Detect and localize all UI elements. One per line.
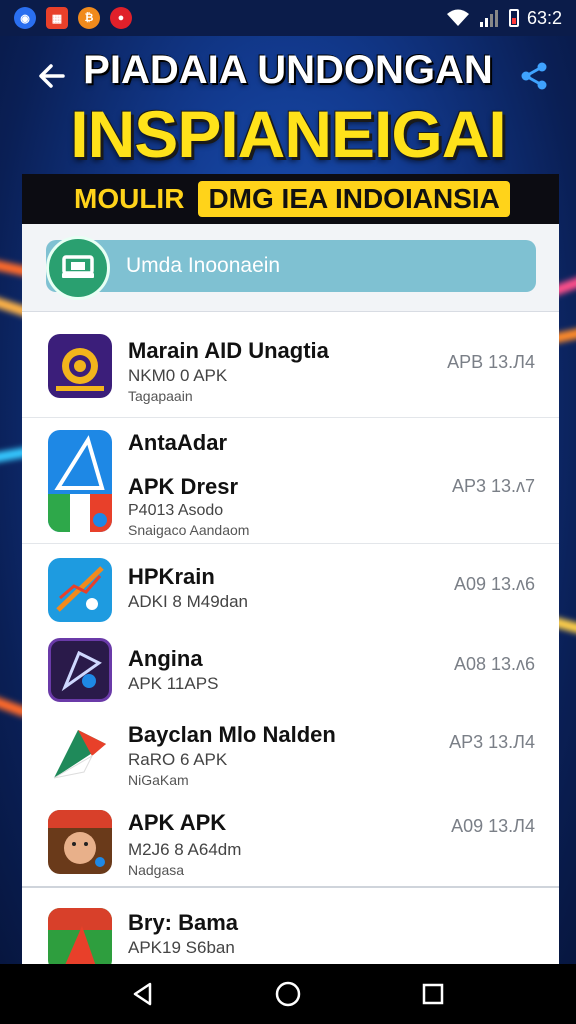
app-detail: P4013 Asodo [128, 502, 224, 519]
app-subtitle: RaRO 6 APK [128, 750, 228, 769]
list-item[interactable]: Bry: Bama APK19 S6ban [22, 888, 559, 964]
status-time: 63:2 [526, 7, 562, 28]
app-subtitle: APK Dresr [128, 474, 239, 499]
app-version: AP3 13.Л4 [449, 732, 535, 752]
header-title-line1: PIADAIA UNDONGAN [83, 48, 493, 92]
app-name: APK APK [128, 810, 227, 835]
subtitle-text-b: DMG IEA INDOIANSIA [198, 181, 510, 217]
wifi-icon [446, 9, 469, 26]
status-bar: ◉ ▦ ₿ ● 63:2 [0, 0, 576, 36]
triangle-app-icon [48, 430, 112, 532]
flag-app-icon [48, 722, 112, 786]
app-category: Nadgasa [128, 862, 185, 878]
chart-app-icon [48, 558, 112, 622]
record-icon: ● [110, 7, 132, 29]
app-name: Bry: Bama [128, 910, 239, 935]
list-item[interactable]: HPKrain ADKI 8 M49dan A09 13.ʌ6 [22, 544, 559, 632]
app-name: HPKrain [128, 564, 215, 589]
app-category: Snaigaco Aandaom [128, 522, 250, 538]
app-subtitle: M2J6 8 A64dm [128, 840, 242, 859]
app-subtitle: NKM0 0 APK [128, 366, 228, 385]
bitcoin-icon: ₿ [78, 7, 100, 29]
app-name: Marain AID Unagtia [128, 338, 329, 363]
app-name: AntaAdar [128, 430, 228, 455]
app-version: A09 13.Л4 [451, 816, 535, 836]
search-input[interactable] [46, 240, 536, 292]
app-name: Angina [128, 646, 203, 671]
app-list-panel: Umda Inoonaein Marain AID Unagtia NKM0 0… [22, 224, 559, 964]
list-item[interactable]: APK APK M2J6 8 A64dm Nadgasa A09 13.Л4 [22, 798, 559, 888]
home-nav-icon[interactable] [268, 974, 308, 1014]
app-subtitle: APK 11APS [128, 674, 219, 693]
search-placeholder: Umda Inoonaein [126, 254, 281, 277]
app-version: A08 13.ʌ6 [453, 654, 535, 674]
recents-nav-icon[interactable] [413, 974, 453, 1014]
game-app-icon [48, 908, 112, 964]
battery-icon [508, 9, 519, 27]
list-item[interactable]: AntaAdar APK Dresr P4013 Asodo Snaigaco … [22, 418, 559, 544]
share-icon[interactable] [514, 56, 554, 96]
app-version: A09 13.ʌ6 [453, 574, 535, 594]
list-item[interactable]: Bayclan Mlo Nalden RaRO 6 APK NiGaKam AP… [22, 712, 559, 798]
subtitle-text-a: MOULIR [74, 183, 185, 214]
app-list: Marain AID Unagtia NKM0 0 APK Tagapaain … [22, 314, 559, 888]
signal-icon [479, 10, 498, 27]
app-category: Tagapaain [128, 388, 193, 404]
search-bar: Umda Inoonaein [22, 224, 559, 312]
app-name: Bayclan Mlo Nalden [128, 722, 336, 747]
app-version: APB 13.Л4 [447, 352, 535, 372]
messenger-icon: ◉ [14, 7, 36, 29]
character-app-icon [48, 810, 112, 874]
gallery-icon: ▦ [46, 7, 68, 29]
header-title-line2: INSPIANEIGAI [70, 97, 506, 171]
app-category: NiGaKam [128, 772, 189, 788]
list-item[interactable]: Marain AID Unagtia NKM0 0 APK Tagapaain … [22, 314, 559, 418]
quill-app-icon [48, 638, 112, 702]
search-logo-icon[interactable] [46, 236, 110, 300]
subtitle-banner: MOULIR DMG IEA INDOIANSIA [22, 174, 559, 224]
navigation-bar [0, 964, 576, 1024]
back-nav-icon[interactable] [123, 974, 163, 1014]
app-subtitle: ADKI 8 M49dan [128, 592, 249, 611]
app-subtitle: APK19 S6ban [128, 938, 235, 957]
app-header: PIADAIA UNDONGAN INSPIANEIGAI [0, 40, 576, 175]
app-version: AP3 13.ʌ7 [451, 476, 535, 496]
gold-emblem-icon [48, 334, 112, 398]
list-item[interactable]: Angina APK 11APS A08 13.ʌ6 [22, 632, 559, 712]
